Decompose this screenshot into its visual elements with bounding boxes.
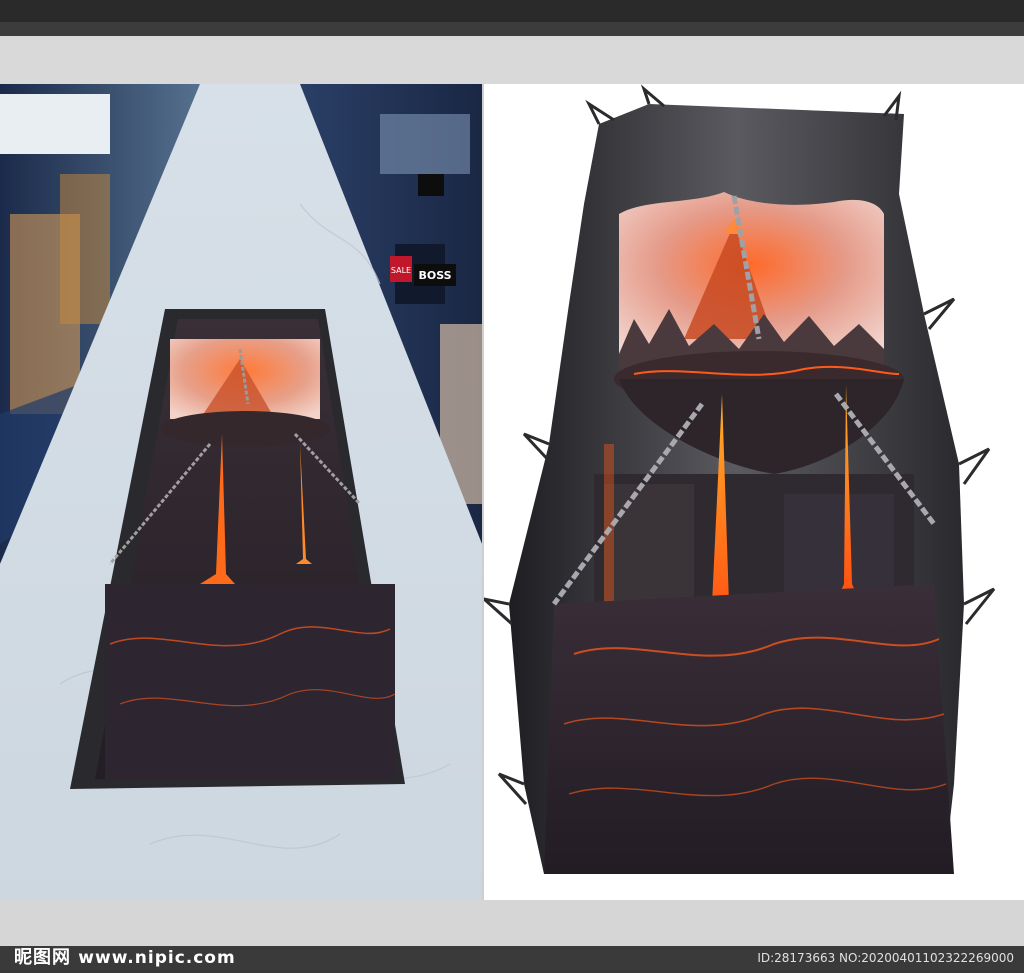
pit-artwork-image [484, 84, 1024, 900]
mall-scene: SALE BOSS [0, 84, 482, 900]
logo-cn: 昵图网 [14, 947, 71, 968]
mall-preview-image: SALE BOSS [0, 84, 482, 900]
image-id: ID:28173663 NO:20200401102322269000 [757, 951, 1014, 965]
top-gap [0, 22, 1024, 36]
volcano-artwork [484, 84, 996, 874]
store-sign: BOSS [418, 269, 451, 282]
top-bar [0, 0, 1024, 22]
logo-url: www.nipic.com [78, 948, 236, 968]
bottom-band [0, 900, 1024, 946]
header-band [0, 36, 1024, 84]
sale-sign: SALE [391, 266, 411, 275]
site-logo: 昵图网 www.nipic.com [14, 943, 236, 969]
